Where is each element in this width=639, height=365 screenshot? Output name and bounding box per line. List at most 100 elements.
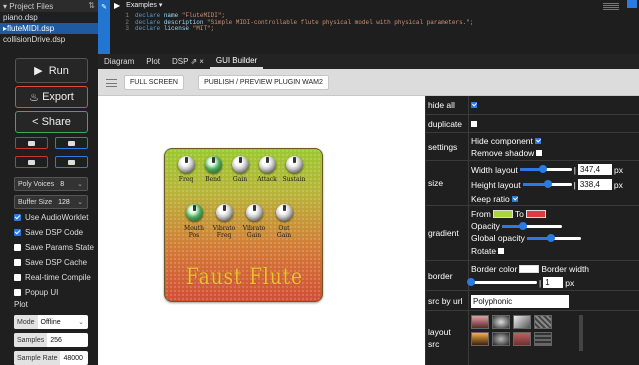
run-button[interactable]: ▶ Run [15,58,88,83]
border-color-swatch[interactable] [519,265,540,273]
layout-thumbnail[interactable] [471,332,489,346]
checkbox[interactable] [14,274,21,281]
collapse-icon[interactable]: ⇅ [88,1,95,10]
opacity-slider[interactable] [501,221,562,230]
to-color-swatch[interactable] [525,210,546,218]
tab-dsp[interactable]: DSP ⇗ × [166,54,210,69]
border-width-input[interactable]: 1 [543,277,564,288]
gui-canvas[interactable]: Freq Bend Gain Attack Sustain Mouth Pos … [98,96,425,365]
file-item-piano[interactable]: piano.dsp [0,12,98,23]
slider-thumb[interactable] [539,165,548,173]
rotate-checkbox[interactable] [498,248,505,254]
samples-input[interactable]: Samples 256 [14,333,88,347]
option-popup-ui[interactable]: Popup UI [14,287,58,298]
tab-plot[interactable]: Plot [140,54,166,69]
knob-gain[interactable] [232,156,249,173]
row-settings: settings Hide component Remove shadow [426,133,639,161]
wrench-icon[interactable]: ✎ [101,3,107,12]
global-opacity-slider[interactable] [526,233,581,242]
close-icon[interactable]: × [199,57,204,66]
publish-plugin-button[interactable]: PUBLISH / PREVIEW PLUGIN WAM2 [198,75,329,90]
mode-select[interactable]: Mode Offline ⌄ [14,315,88,329]
knob-sustain[interactable] [286,156,303,173]
src-url-input[interactable]: Polyphonic [471,295,569,308]
buffer-size-select[interactable]: Buffer Size 128 ⌄ [14,195,88,209]
slider-thumb[interactable] [547,233,556,242]
code-editor[interactable]: ▶ Examples ▾ 1 declare name "FluteMIDI"; … [110,0,639,54]
knob-label: Bend [205,176,221,183]
editor-scrollbar[interactable] [627,0,637,8]
keyboard-icon [28,159,35,165]
slider-thumb[interactable] [544,180,553,188]
knob-label: Mouth Pos [184,225,204,239]
knob-vibrato-gain[interactable] [246,204,263,221]
knob-bend[interactable] [205,156,222,173]
checkbox[interactable] [14,289,21,296]
layout-scrollbar[interactable] [579,315,583,351]
faust-flute-pedal[interactable]: Freq Bend Gain Attack Sustain Mouth Pos … [164,148,323,302]
menu-icon[interactable] [106,79,117,87]
examples-menu[interactable]: Examples ▾ [126,2,162,10]
checkbox[interactable] [14,259,21,266]
width-layout-input[interactable]: 347,4 [578,164,612,175]
keyboard-button[interactable] [15,156,48,168]
fullscreen-button[interactable]: FULL SCREEN [124,75,184,90]
from-color-swatch[interactable] [492,210,513,218]
view-tabs: Diagram Plot DSP ⇗ × GUI Builder [98,54,639,69]
option-save-dsp-code[interactable]: Save DSP Code [14,227,83,238]
border-width-slider[interactable] [467,278,537,286]
poly-voices-select[interactable]: Poly Voices 8 ⌄ [14,177,88,191]
knob-vibrato-freq[interactable] [216,204,233,221]
share-icon: < [32,116,42,128]
play-icon: ▶ [34,65,49,77]
gui-builder-toolbar: FULL SCREEN PUBLISH / PREVIEW PLUGIN WAM… [98,69,639,96]
option-save-dsp-cache[interactable]: Save DSP Cache [14,257,87,268]
layout-thumbnail[interactable] [513,315,531,329]
knob-attack[interactable] [259,156,276,173]
option-use-audioworklet[interactable]: Use AudioWorklet [14,212,88,223]
keep-ratio-checkbox[interactable] [511,196,518,202]
duplicate-checkbox[interactable] [471,121,477,127]
properties-panel: hide all duplicate settings Hide compone… [425,96,639,365]
option-realtime-compile[interactable]: Real-time Compile [14,272,91,283]
slider-thumb[interactable] [467,278,475,286]
sample-rate-input[interactable]: Sample Rate 48000 [14,351,88,365]
checkbox[interactable] [14,214,21,221]
tab-diagram[interactable]: Diagram [98,54,140,69]
tab-gui-builder[interactable]: GUI Builder [209,54,264,69]
truck-button[interactable] [55,156,88,168]
layout-thumbnail[interactable] [534,315,552,329]
row-size: size Width layout | 347,4 px Height layout |… [426,161,639,206]
checkbox[interactable] [14,244,21,251]
file-item-flutemidi[interactable]: ▸fluteMIDI.dsp [0,23,98,34]
slider-thumb[interactable] [518,221,527,230]
knob-label: Freq [178,176,194,183]
checkbox[interactable] [14,229,21,236]
row-gradient: gradient From To Opacity Global opacity R… [426,206,639,261]
layout-thumbnail[interactable] [534,332,552,346]
height-layout-input[interactable]: 338,4 [577,179,612,190]
save-button[interactable] [55,137,88,149]
layout-thumbnail[interactable] [513,332,531,346]
knob-freq[interactable] [178,156,195,173]
row-duplicate: duplicate [426,115,639,133]
share-button[interactable]: < Share [15,111,88,133]
upload-button[interactable] [15,137,48,149]
play-icon[interactable]: ▶ [114,2,120,10]
hide-all-checkbox[interactable] [471,102,477,108]
knob-mouth-pos[interactable] [186,204,203,221]
file-item-collisiondrive[interactable]: collisionDrive.dsp [0,34,98,45]
hide-component-checkbox[interactable] [534,138,541,144]
layout-thumbnail[interactable] [492,332,510,346]
remove-shadow-checkbox[interactable] [536,150,543,156]
layout-thumbnail[interactable] [492,315,510,329]
height-layout-slider[interactable] [522,180,572,188]
knob-out-gain[interactable] [276,204,293,221]
option-save-params-state[interactable]: Save Params State [14,242,94,253]
project-files-header[interactable]: ▾ Project Files ⇅ [0,0,98,12]
layout-thumbnails [471,315,552,346]
export-button[interactable]: ♨ Export [15,86,88,108]
layout-thumbnail[interactable] [471,315,489,329]
editor-minimap[interactable] [603,3,619,11]
width-layout-slider[interactable] [519,165,572,173]
